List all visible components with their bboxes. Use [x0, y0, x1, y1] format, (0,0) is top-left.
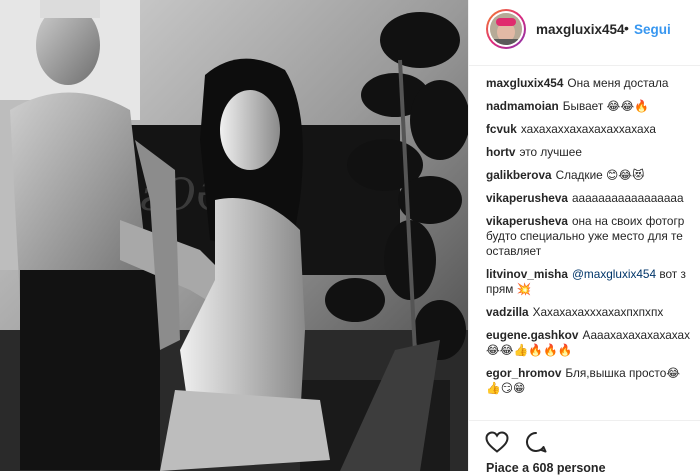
comment-text-line: будто специально уже место для те [486, 229, 683, 243]
comment-username[interactable]: egor_hromov [486, 366, 561, 380]
comment-username[interactable]: vikaperusheva [486, 191, 568, 205]
comment-text-line: 👍😏😁 [486, 381, 526, 395]
comment: fcvuk хахахаххахахахаххахаха [486, 122, 700, 137]
likes-count[interactable]: Piace a 608 persone [486, 461, 606, 475]
comment: hortv это лучшее [486, 145, 700, 160]
comment-text-line: 😂😂👍🔥🔥🔥 [486, 343, 573, 357]
post-author-username[interactable]: maxgluxix454 [536, 22, 625, 37]
comment-username[interactable]: hortv [486, 145, 516, 159]
comment-text: Бля,вышка просто😂 [565, 366, 681, 380]
comment-username[interactable]: maxgluxix454 [486, 76, 563, 90]
comment-username[interactable]: litvinov_misha [486, 267, 568, 281]
post-photo-artwork: ƨƆӘ [0, 0, 468, 471]
comment-username[interactable]: vikaperusheva [486, 214, 568, 228]
comment: egor_hromov Бля,вышка просто😂 👍😏😁 [486, 366, 700, 396]
post-header: maxgluxix454 • Segui [469, 0, 700, 66]
comment-username[interactable]: nadmamoian [486, 99, 559, 113]
post-actions: Piace a 608 persone [469, 420, 700, 475]
comment-username[interactable]: vadzilla [486, 305, 529, 319]
comment-username[interactable]: galikberova [486, 168, 552, 182]
comment: galikberova Сладкие 😊😂😻 [486, 168, 700, 183]
comment: nadmamoian Бывает 😂😂🔥 [486, 99, 700, 114]
comment-text-line: оставляет [486, 244, 542, 258]
comment: vikaperusheva ааааааааааааааааа [486, 191, 700, 206]
avatar-image [490, 13, 522, 45]
header-separator: • [624, 20, 629, 36]
comment-text: Аааахахахахахахах [582, 328, 690, 342]
follow-button[interactable]: Segui [634, 22, 671, 37]
comments-list: maxgluxix454 Она меня достала nadmamoian Б… [486, 76, 700, 416]
comment-text: Она меня достала [567, 76, 669, 90]
comment-text: это лучшее [519, 145, 582, 159]
comment-mention[interactable]: @maxgluxix454 [572, 267, 656, 281]
comment: litvinov_misha @maxgluxix454 вот з прям 💥 [486, 267, 700, 297]
comment-text: Хахахахахххахахпхпхпх [532, 305, 664, 319]
comment: maxgluxix454 Она меня достала [486, 76, 700, 91]
comment: vadzilla Хахахахахххахахпхпхпх [486, 305, 700, 320]
comment-text: она на своих фотогр [571, 214, 685, 228]
comment-text: Сладкие 😊😂😻 [555, 168, 645, 182]
comment-bubble-icon[interactable] [525, 431, 547, 453]
comment-username[interactable]: eugene.gashkov [486, 328, 578, 342]
avatar-picture [490, 13, 522, 45]
comment-text-line: прям 💥 [486, 282, 532, 296]
heart-outline-icon[interactable] [485, 431, 509, 453]
comment: eugene.gashkov Аааахахахахахахах 😂😂👍🔥🔥🔥 [486, 328, 700, 358]
comment-username[interactable]: fcvuk [486, 122, 517, 136]
comment-text: вот з [659, 267, 686, 281]
avatar-frame [488, 11, 524, 47]
comment-text: хахахаххахахахаххахаха [520, 122, 656, 136]
avatar[interactable] [486, 9, 526, 49]
comment-text: ааааааааааааааааа [571, 191, 684, 205]
post-photo[interactable]: ƨƆӘ [0, 0, 468, 471]
comment-text: Бывает 😂😂🔥 [562, 99, 649, 113]
post-side-panel: maxgluxix454 • Segui maxgluxix454 Она мен… [468, 0, 700, 475]
comment: vikaperusheva она на своих фотогр будто с… [486, 214, 700, 259]
